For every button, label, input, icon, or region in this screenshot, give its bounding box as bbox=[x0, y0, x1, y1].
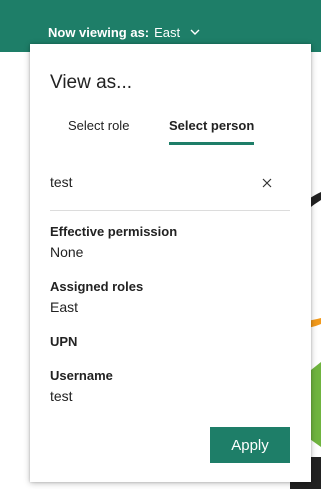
assigned-roles-value: East bbox=[50, 299, 79, 315]
close-icon bbox=[262, 175, 272, 193]
clear-search-button[interactable] bbox=[259, 176, 275, 192]
view-as-label: Now viewing as: bbox=[48, 24, 150, 40]
upn-label: UPN bbox=[50, 334, 78, 349]
selected-tab-indicator bbox=[169, 142, 254, 145]
view-as-value: East bbox=[154, 24, 181, 40]
username-label: Username bbox=[50, 368, 113, 383]
assigned-roles-label: Assigned roles bbox=[50, 279, 144, 294]
apply-button[interactable]: Apply bbox=[210, 427, 290, 463]
effective-permission-value: None bbox=[50, 244, 84, 260]
view-as-dropdown[interactable]: Now viewing as: East bbox=[48, 22, 201, 42]
tab-select-role[interactable]: Select role bbox=[68, 118, 129, 146]
chevron-down-icon bbox=[189, 26, 201, 38]
panel-title: View as... bbox=[50, 72, 133, 93]
view-as-panel: View as... Select role Select person tes… bbox=[30, 44, 311, 482]
effective-permission-label: Effective permission bbox=[50, 224, 178, 239]
divider bbox=[50, 210, 290, 211]
username-value: test bbox=[50, 388, 73, 404]
person-search-input[interactable]: test bbox=[50, 174, 73, 190]
